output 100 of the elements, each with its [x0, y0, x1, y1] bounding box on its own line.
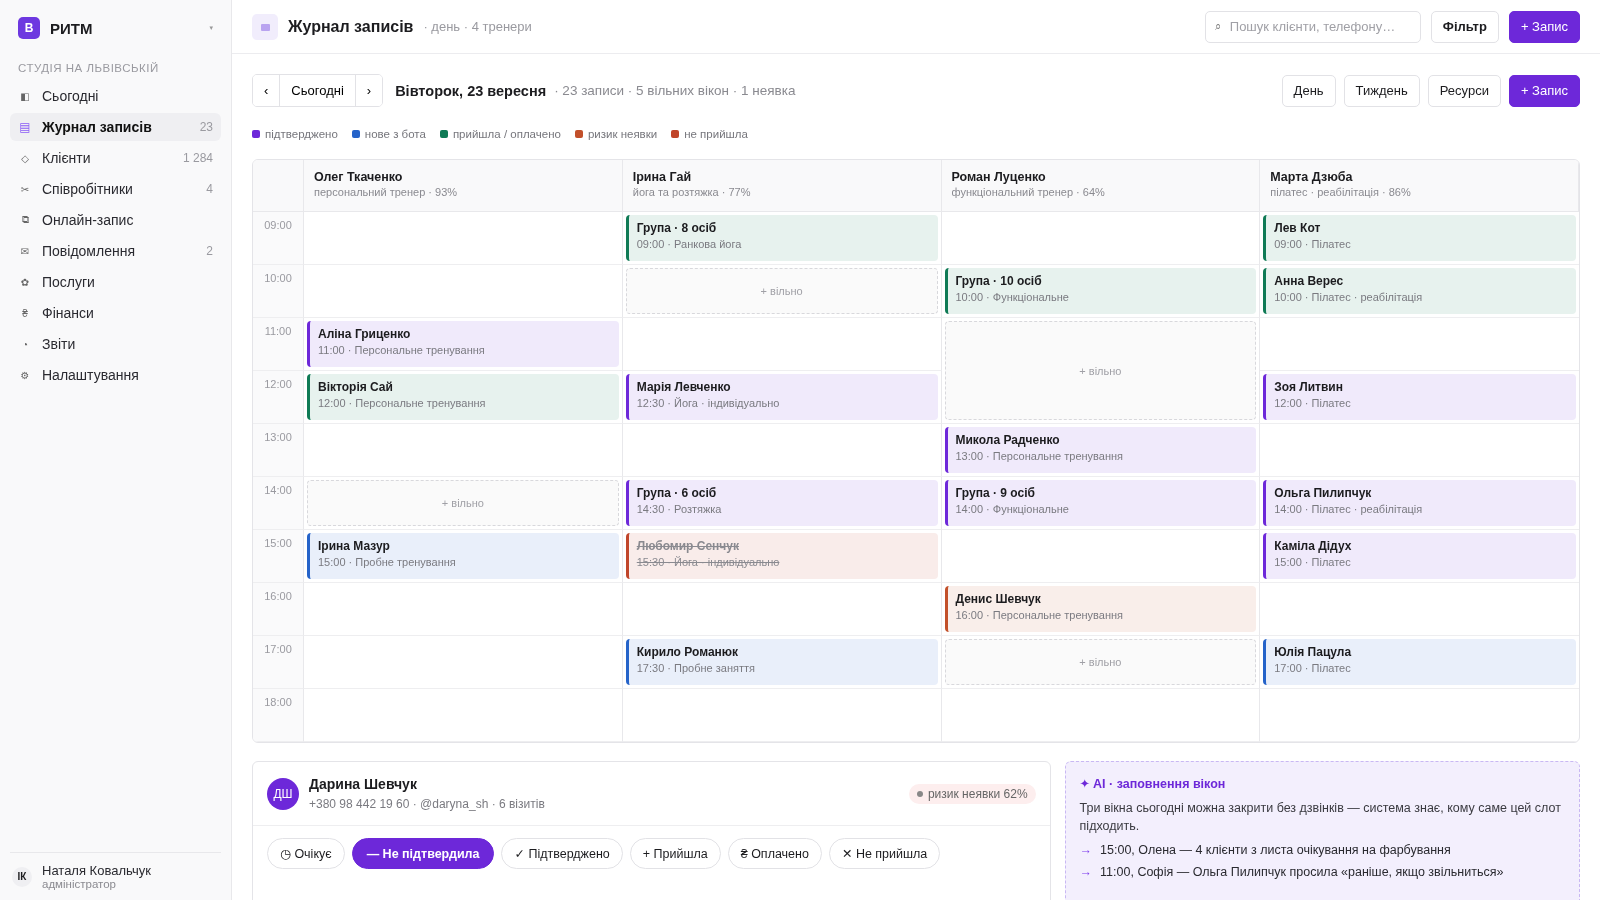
client-name: Каміла Дідух	[1274, 539, 1353, 553]
page-subtitle: · день · 4 тренери	[423, 19, 533, 34]
nav-icon: ◔	[18, 338, 32, 350]
journal-icon	[252, 13, 278, 40]
status-chip[interactable]: + Прийшла	[629, 838, 721, 869]
time-label: 12:00	[253, 371, 304, 424]
client-name: Вікторія Сай	[318, 380, 394, 394]
legend-label: ризик неявки	[587, 128, 658, 140]
view-button[interactable]: День	[1281, 74, 1336, 107]
nav-icon: ✂	[18, 183, 32, 195]
legend-label: нове з бота	[364, 128, 426, 140]
nav-icon: ✉	[18, 245, 32, 257]
search-icon: ⌕	[1214, 20, 1221, 33]
booking-detail: 16:00 · Персональне тренування	[955, 609, 1125, 621]
view-button[interactable]: Тиждень	[1343, 74, 1420, 107]
section-label: СТУДІЯ НА ЛЬВІВСЬКІЙ	[17, 62, 160, 74]
status-chip[interactable]: ◷ Очікує	[267, 838, 345, 869]
sidebar-item[interactable]: ◧ Сьогодні	[10, 82, 221, 110]
nav-icon: ◧	[18, 90, 32, 102]
nav-count: 1 284	[182, 151, 213, 165]
trainer-name: Олег Ткаченко	[314, 170, 404, 184]
client-name: Група · 9 осіб	[955, 486, 1036, 500]
trainer-role: функціональний тренер · 64%	[951, 186, 1106, 198]
page-title: Журнал записів	[288, 17, 414, 36]
client-name: Аліна Гриценко	[318, 327, 412, 341]
client-name: Юлія Пацула	[1274, 645, 1353, 659]
time-label: 09:00	[253, 212, 304, 265]
sidebar-item[interactable]: ◔ Звіти	[10, 330, 221, 358]
legend-label: не прийшла	[684, 128, 748, 140]
client-avatar: ДШ	[267, 777, 299, 810]
client-name: Група · 10 осіб	[955, 274, 1043, 288]
sidebar-item[interactable]: ⧉ Онлайн-запис	[10, 206, 221, 234]
sidebar-item[interactable]: ▤ Журнал записів 23	[10, 113, 221, 141]
time-slot[interactable]	[622, 689, 942, 742]
arrow-icon: →	[1079, 843, 1093, 858]
time-label: 10:00	[253, 265, 304, 318]
status-chip[interactable]: ✕ Не прийшла	[828, 838, 941, 869]
day-summary: · 23 записи · 5 вільних вікон · 1 неявка	[554, 83, 797, 98]
time-label: 17:00	[253, 636, 304, 689]
add-booking-button[interactable]: + Запис	[1508, 10, 1580, 43]
time-label: 13:00	[253, 424, 304, 477]
nav-label: Клієнти	[42, 150, 92, 166]
nav-icon: ₴	[18, 307, 32, 319]
legend-label: прийшла / оплачено	[452, 128, 561, 140]
trainer-role: пілатес · реабілітація · 86%	[1270, 186, 1412, 198]
booking-detail: 17:30 · Пробне заняття	[636, 662, 756, 674]
sidebar-item[interactable]: ✿ Послуги	[10, 268, 221, 296]
sidebar-item[interactable]: ⚙ Налаштування	[10, 361, 221, 389]
booking-detail: 17:00 · Пілатес	[1274, 662, 1352, 674]
booking-detail: 15:00 · Пілатес	[1274, 556, 1352, 568]
add-booking-button[interactable]: + Запис	[1508, 74, 1580, 107]
ai-title: ✦ AI · заповнення вікон	[1079, 776, 1227, 791]
brand-name: РИТМ	[50, 19, 94, 37]
client-name: Любомир Сенчук	[636, 539, 740, 553]
booking-detail: 11:00 · Персональне тренування	[318, 344, 486, 356]
time-label: 11:00	[253, 318, 304, 371]
client-name: Денис Шевчук	[955, 592, 1042, 606]
client-name: Лев Кот	[1274, 221, 1322, 235]
user-name: Наталя Ковальчук	[42, 863, 151, 878]
booking-detail: 13:00 · Персональне тренування	[955, 450, 1125, 462]
booking-detail: 12:00 · Персональне тренування	[318, 397, 487, 409]
view-button[interactable]: Ресурси	[1427, 74, 1501, 107]
trainer-role: йога та розтяжка · 77%	[632, 186, 752, 198]
booking-detail: 14:00 · Функціональне	[955, 503, 1070, 515]
booking-detail: 09:00 · Пілатес	[1274, 238, 1352, 250]
nav-icon: ⚙	[18, 369, 32, 381]
nav-count: 4	[206, 182, 213, 196]
time-slot[interactable]	[304, 689, 623, 742]
nav-icon: ◇	[18, 152, 32, 164]
nav-label: Налаштування	[42, 367, 140, 383]
time-label: 18:00	[253, 689, 304, 742]
trainer-name: Марта Дзюба	[1270, 170, 1354, 184]
nav-label: Сьогодні	[42, 88, 100, 104]
nav-label: Фінанси	[42, 305, 95, 321]
status-chip[interactable]: — Не підтвердила	[351, 838, 495, 869]
status-chip[interactable]: ✓ Підтверджено	[501, 838, 623, 869]
booking-detail: 15:00 · Пробне тренування	[318, 556, 457, 568]
time-label: 16:00	[253, 583, 304, 636]
sidebar-item[interactable]: ✉ Повідомлення 2	[10, 237, 221, 265]
filter-button[interactable]: Фільтр	[1430, 10, 1499, 43]
nav-icon: ✿	[18, 276, 32, 288]
time-label: 15:00	[253, 530, 304, 583]
risk-badge: ризик неявки 62%	[908, 783, 1036, 804]
time-slot[interactable]	[941, 689, 1261, 742]
user-role: адміністратор	[42, 878, 117, 890]
suggestion-text: 11:00, Софія — Ольга Пилипчук просила «раніше, якщо звільниться»	[1100, 865, 1504, 880]
ai-description: Три вікна сьогодні можна закрити без дзвінків — система знає, кому саме цей слот підходить.	[1079, 800, 1562, 836]
client-name: Група · 8 осіб	[636, 221, 718, 235]
time-label: 14:00	[253, 477, 304, 530]
status-chip[interactable]: ₴ Оплачено	[727, 838, 822, 869]
next-button[interactable]: ›	[354, 75, 383, 106]
booking-detail: 12:30 · Йога · індивідуально	[636, 397, 781, 409]
sidebar-item[interactable]: ₴ Фінанси	[10, 299, 221, 327]
sidebar-item[interactable]: ✂ Співробітники 4	[10, 175, 221, 203]
user-avatar: ІК	[12, 866, 32, 887]
nav-icon: ⧉	[18, 214, 32, 226]
client-name: Анна Верес	[1274, 274, 1345, 288]
booking-detail: 14:00 · Пілатес · реабілітація	[1274, 503, 1424, 515]
sidebar-item[interactable]: ◇ Клієнти 1 284	[10, 144, 221, 172]
client-name: Ірина Мазур	[318, 539, 391, 553]
